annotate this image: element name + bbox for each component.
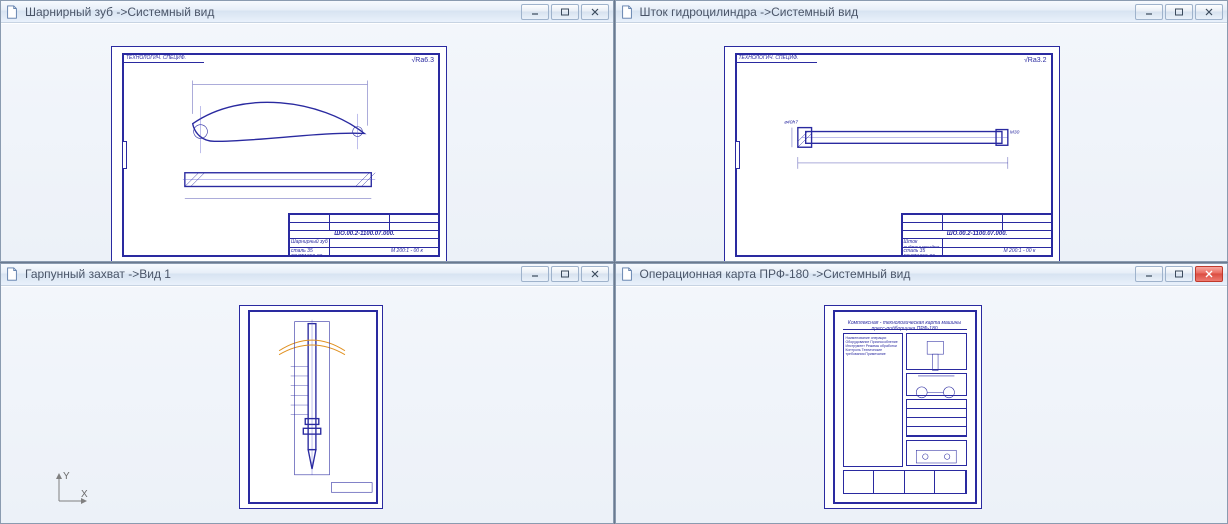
axis-y-label: Y — [63, 471, 70, 482]
close-button[interactable] — [581, 4, 609, 20]
signature-row — [843, 470, 967, 494]
drawing-graphics — [250, 312, 376, 496]
window-operation-card: Операционная карта ПРФ-180 ->Системный в… — [615, 263, 1228, 524]
window-title: Операционная карта ПРФ-180 ->Системный в… — [640, 267, 1130, 281]
window-controls — [521, 266, 609, 282]
card-left-text: Наименование операции Оборудование Присп… — [843, 333, 904, 467]
minimize-button[interactable] — [1135, 4, 1163, 20]
maximize-button[interactable] — [551, 4, 579, 20]
window-hinge-tooth: Шарнирный зуб ->Системный вид ТЕХНОЛОГИЧ… — [0, 0, 614, 262]
mdi-area: Шарнирный зуб ->Системный вид ТЕХНОЛОГИЧ… — [0, 0, 1228, 524]
window-title: Шарнирный зуб ->Системный вид — [25, 5, 515, 19]
titleblock-code: ШО.00.2-1100.07.000. — [903, 231, 1053, 239]
close-button[interactable] — [581, 266, 609, 282]
drawing-viewport[interactable]: Y X — [1, 286, 613, 524]
operation-card: Комплексная - технологическая карта маши… — [843, 320, 967, 494]
drawing-viewport[interactable]: Комплексная - технологическая карта маши… — [616, 286, 1228, 524]
titlebar[interactable]: Операционная карта ПРФ-180 ->Системный в… — [616, 264, 1228, 286]
titleblock-scale: М 200:1 - 00 к — [390, 248, 440, 257]
card-figure-1 — [906, 333, 967, 370]
window-controls — [1135, 266, 1223, 282]
drawing-sheet — [239, 305, 383, 509]
titlebar[interactable]: Гарпунный захват ->Вид 1 — [1, 264, 613, 286]
maximize-button[interactable] — [1165, 4, 1193, 20]
axis-indicator: Y X — [51, 469, 91, 509]
window-title: Шток гидроцилиндра ->Системный вид — [640, 5, 1130, 19]
svg-text:M30: M30 — [1009, 130, 1019, 136]
minimize-button[interactable] — [521, 266, 549, 282]
drawing-sheet: ТЕХНОЛОГИЧ. СПЕЦИФ. √Ra6.3 — [111, 46, 447, 261]
window-controls — [521, 4, 609, 20]
title-block: ШО.00.2-1100.07.000. Шарнирный зуб сталь… — [288, 213, 438, 255]
close-button[interactable] — [1195, 266, 1223, 282]
drawing-viewport[interactable]: ТЕХНОЛОГИЧ. СПЕЦИФ. √Ra3.2 — [616, 23, 1228, 261]
document-icon — [620, 267, 634, 281]
titlebar[interactable]: Шток гидроцилиндра ->Системный вид — [616, 1, 1228, 23]
titleblock-scale: М 200:1 - 00 к — [1003, 248, 1053, 257]
minimize-button[interactable] — [521, 4, 549, 20]
card-figure-3 — [906, 440, 967, 467]
titleblock-material: сталь 35 ГОСТ1050-80 — [903, 248, 943, 257]
window-controls — [1135, 4, 1223, 20]
close-button[interactable] — [1195, 4, 1223, 20]
titleblock-material: сталь 35 ГОСТ1050-80 — [290, 248, 330, 257]
maximize-button[interactable] — [1165, 266, 1193, 282]
minimize-button[interactable] — [1135, 266, 1163, 282]
drawing-viewport[interactable]: ТЕХНОЛОГИЧ. СПЕЦИФ. √Ra6.3 — [1, 23, 613, 261]
svg-text:⌀40h7: ⌀40h7 — [784, 120, 798, 126]
document-icon — [5, 5, 19, 19]
axis-x-label: X — [81, 489, 88, 500]
document-icon — [620, 5, 634, 19]
titleblock-code: ШО.00.2-1100.07.000. — [290, 231, 440, 239]
drawing-sheet: ТЕХНОЛОГИЧ. СПЕЦИФ. √Ra3.2 — [724, 46, 1060, 261]
titlebar[interactable]: Шарнирный зуб ->Системный вид — [1, 1, 613, 23]
card-table — [906, 399, 967, 436]
maximize-button[interactable] — [551, 266, 579, 282]
titleblock-name: Шток гидроцилиндра — [903, 239, 943, 248]
window-cylinder-rod: Шток гидроцилиндра ->Системный вид ТЕХНО… — [615, 0, 1228, 262]
titleblock-name: Шарнирный зуб — [290, 239, 330, 248]
title-block: ШО.00.2-1100.07.000. Шток гидроцилиндра … — [901, 213, 1051, 255]
drawing-sheet: Комплексная - технологическая карта маши… — [824, 305, 982, 509]
window-title: Гарпунный захват ->Вид 1 — [25, 267, 515, 281]
card-title: Комплексная - технологическая карта маши… — [843, 320, 967, 330]
card-figure-2 — [906, 373, 967, 396]
document-icon — [5, 267, 19, 281]
window-harpoon-grip: Гарпунный захват ->Вид 1 — [0, 263, 614, 524]
